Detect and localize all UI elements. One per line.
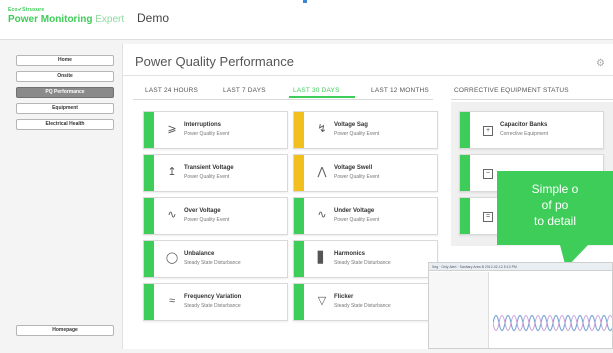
filter-icon: ~ (480, 164, 496, 180)
card-title: Transient Voltage (184, 165, 234, 171)
card-interruptions[interactable]: ⩾ Interruptions Power Quality Event (143, 111, 288, 149)
status-bar (144, 155, 154, 191)
sidebar-item-home[interactable]: Home (16, 55, 114, 66)
status-bar (294, 112, 304, 148)
brand-name-suffix: Expert (95, 14, 125, 25)
top-marker (303, 0, 307, 3)
card-subtitle: Power Quality Event (184, 174, 230, 180)
sidebar-item-electrical-health[interactable]: Electrical Health (16, 119, 114, 130)
card-transient-voltage[interactable]: ↥ Transient Voltage Power Quality Event (143, 154, 288, 192)
callout-line-1: Simple o (531, 182, 579, 196)
app-title: Demo (137, 11, 170, 25)
harmonics-icon: ▋ (317, 252, 327, 264)
card-title: Harmonics (334, 251, 366, 257)
callout-box: Simple o of po to detail (497, 171, 613, 245)
card-title: Under Voltage (334, 208, 375, 214)
active-tab-indicator (289, 96, 355, 98)
corrective-status-divider (451, 99, 613, 100)
thumbnail-waveform (493, 314, 612, 332)
detail-thumbnail: Seg · Only Alert · Sanitary Area B 2012-… (428, 262, 613, 349)
interruption-icon: ⩾ (167, 123, 177, 135)
brand-name-main: Power Monitoring (8, 14, 93, 25)
card-title: Voltage Swell (334, 165, 373, 171)
callout-line-3: to detail (533, 214, 577, 228)
card-title: Flicker (334, 294, 354, 300)
tab-last-24-hours[interactable]: LAST 24 HOURS (145, 87, 198, 94)
status-bar (460, 112, 470, 148)
card-flicker[interactable]: ▽ Flicker Steady State Disturbance (293, 283, 438, 321)
status-bar (294, 198, 304, 234)
status-bar (144, 241, 154, 277)
card-subtitle: Power Quality Event (334, 131, 380, 137)
status-bar (144, 112, 154, 148)
thumbnail-header: Seg · Only Alert · Sanitary Area B 2012-… (429, 263, 612, 271)
sidebar-item-onsite[interactable]: Onsite (16, 71, 114, 82)
frequency-icon: ≈ (168, 295, 176, 307)
status-bar (294, 241, 304, 277)
card-subtitle: Power Quality Event (334, 174, 380, 180)
under-voltage-icon: ∿ (317, 209, 327, 221)
card-voltage-swell[interactable]: ⋀ Voltage Swell Power Quality Event (293, 154, 438, 192)
card-under-voltage[interactable]: ∿ Under Voltage Power Quality Event (293, 197, 438, 235)
flicker-icon: ▽ (317, 295, 327, 307)
card-title: Frequency Variation (184, 294, 242, 300)
card-harmonics[interactable]: ▋ Harmonics Steady State Disturbance (293, 240, 438, 278)
status-bar (144, 198, 154, 234)
voltage-swell-icon: ⋀ (317, 166, 327, 178)
sidebar-item-equipment[interactable]: Equipment (16, 103, 114, 114)
status-bar (460, 155, 470, 191)
tab-last-12-months[interactable]: LAST 12 MONTHS (371, 87, 429, 94)
card-title: Interruptions (184, 122, 221, 128)
sidebar: Home Onsite PQ Performance Equipment Ele… (8, 48, 122, 344)
card-subtitle: Power Quality Event (184, 217, 230, 223)
callout-line-2: of po (541, 198, 569, 212)
tab-last-7-days[interactable]: LAST 7 DAYS (223, 87, 266, 94)
brand-logo[interactable]: Eco✔Struxure Power Monitoring Expert (8, 7, 124, 25)
card-unbalance[interactable]: ◯ Unbalance Steady State Disturbance (143, 240, 288, 278)
title-divider (123, 75, 613, 76)
status-bar (144, 284, 154, 320)
card-capacitor-banks[interactable]: + Capacitor Banks Corrective Equipment (459, 111, 604, 149)
sidebar-item-pq-performance[interactable]: PQ Performance (16, 87, 114, 98)
card-title: Over Voltage (184, 208, 221, 214)
card-subtitle: Corrective Equipment (500, 131, 549, 137)
sidebar-item-homepage[interactable]: Homepage (16, 325, 114, 336)
app-header: Eco✔Struxure Power Monitoring Expert Dem… (0, 0, 613, 40)
card-frequency-variation[interactable]: ≈ Frequency Variation Steady State Distu… (143, 283, 288, 321)
card-title: Unbalance (184, 251, 215, 257)
status-bar (460, 198, 470, 234)
over-voltage-icon: ∿ (167, 209, 177, 221)
transient-icon: ↥ (167, 166, 177, 178)
card-subtitle: Steady State Disturbance (334, 260, 391, 266)
thumbnail-sidebar (429, 272, 489, 348)
card-subtitle: Steady State Disturbance (184, 260, 241, 266)
tab-baseline (133, 99, 433, 100)
page-title: Power Quality Performance (135, 54, 294, 69)
card-title: Capacitor Banks (500, 122, 548, 128)
ups-icon: = (480, 207, 496, 223)
card-voltage-sag[interactable]: ↯ Voltage Sag Power Quality Event (293, 111, 438, 149)
gear-icon[interactable]: ⚙ (596, 58, 605, 69)
corrective-status-title: CORRECTIVE EQUIPMENT STATUS (454, 87, 569, 94)
capacitor-icon: + (480, 121, 496, 137)
card-title: Voltage Sag (334, 122, 368, 128)
card-subtitle: Steady State Disturbance (184, 303, 241, 309)
card-over-voltage[interactable]: ∿ Over Voltage Power Quality Event (143, 197, 288, 235)
card-subtitle: Steady State Disturbance (334, 303, 391, 309)
brand-top-label: Eco✔Struxure (8, 7, 45, 13)
card-subtitle: Power Quality Event (184, 131, 230, 137)
card-subtitle: Power Quality Event (334, 217, 380, 223)
brand-name: Power Monitoring Expert (8, 14, 124, 25)
status-bar (294, 284, 304, 320)
unbalance-icon: ◯ (165, 252, 179, 264)
voltage-sag-icon: ↯ (317, 123, 327, 135)
status-bar (294, 155, 304, 191)
tab-last-30-days[interactable]: LAST 30 DAYS (293, 87, 340, 94)
